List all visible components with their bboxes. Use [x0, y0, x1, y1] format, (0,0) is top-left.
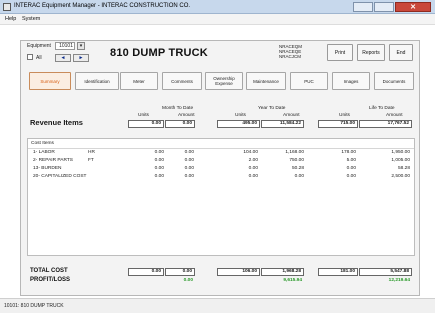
cost-mtd-units: 0.00	[154, 174, 164, 179]
cost-ytd-units: 0.00	[248, 174, 258, 179]
cost-mtd-units: 0.00	[154, 166, 164, 171]
cost-ltd-amount: 1,005.00	[391, 158, 410, 163]
cost-ltd-units: 178.00	[341, 150, 356, 155]
tab-meter[interactable]: Meter	[120, 72, 158, 90]
app-icon	[3, 3, 11, 11]
next-record-button[interactable]: ►	[73, 54, 89, 62]
total-ytd-amount: 1,968.28	[261, 268, 304, 276]
cost-ytd-units: 104.00	[243, 150, 258, 155]
table-row[interactable]: 20- CAPITALIZED COST 0.00 0.00 0.00 0.00…	[28, 174, 414, 181]
status-text: 10101: 810 DUMP TRUCK	[4, 303, 64, 309]
cost-ltd-amount: 58.28	[397, 166, 410, 171]
cost-ltd-units: 5.00	[346, 158, 356, 163]
cost-ltd-amount: 1,950.00	[391, 150, 410, 155]
mtd-header: Month To Date	[162, 106, 194, 111]
total-ltd-amount: 5,547.88	[359, 268, 412, 276]
end-button[interactable]: End	[389, 44, 413, 61]
menu-help[interactable]: Help	[5, 16, 16, 22]
cost-mtd-units: 0.00	[154, 150, 164, 155]
grid-separator	[28, 148, 414, 149]
profit-mtd: 0.00	[183, 278, 193, 283]
cost-item-name: 13- BURDEN	[33, 166, 62, 171]
prev-record-button[interactable]: ◄	[55, 54, 71, 62]
cost-item-name: 1- LABOR	[33, 150, 55, 155]
ytd-amount-header: Amount	[283, 113, 300, 118]
cost-item-name: 2- REPAIR PARTS	[33, 158, 73, 163]
revenue-items-title: Revenue Items	[30, 118, 83, 127]
cost-ltd-units: 0.00	[346, 174, 356, 179]
equipment-number-field[interactable]: 10101	[55, 42, 75, 50]
total-mtd-amount: 0.00	[165, 268, 195, 276]
revenue-ytd-amount: 11,584.22	[261, 120, 304, 128]
tab-ownership-expense[interactable]: Ownership Expense	[205, 72, 243, 90]
profit-ytd: 9,615.94	[283, 278, 302, 283]
profit-ltd: 12,219.64	[388, 278, 410, 283]
all-label: All	[36, 55, 42, 61]
revenue-mtd-amount: 0.00	[165, 120, 195, 128]
reports-button[interactable]: Reports	[357, 44, 385, 61]
cost-items-grid: Cost Items 1- LABOR HR 0.00 0.00 104.00 …	[27, 138, 415, 256]
revenue-mtd-units: 0.00	[128, 120, 164, 128]
code-line: NRACJCM	[279, 54, 301, 59]
title-bar: INTERAC Equipment Manager - INTERAC CONS…	[0, 0, 435, 14]
cost-mtd-amount: 0.00	[184, 158, 194, 163]
total-mtd-units: 0.00	[128, 268, 164, 276]
all-checkbox[interactable]	[27, 54, 33, 60]
minimize-button[interactable]	[353, 2, 373, 12]
cost-mtd-units: 0.00	[154, 158, 164, 163]
equipment-label: Equipment	[27, 43, 51, 49]
cost-items-header-row: Cost Items	[28, 141, 414, 148]
tab-comments[interactable]: Comments	[162, 72, 202, 90]
tab-maintenance[interactable]: Maintenance	[246, 72, 286, 90]
equipment-dropdown-button[interactable]: ▾	[77, 42, 85, 50]
cost-item-unit: FT	[88, 158, 94, 163]
ltd-amount-header: Amount	[386, 113, 403, 118]
table-row[interactable]: 13- BURDEN 0.00 0.00 0.00 50.28 0.00 58.…	[28, 166, 414, 173]
tab-bar: Summary Identification Meter Comments Ow…	[27, 72, 415, 92]
ltd-units-header: Units	[339, 113, 350, 118]
menu-bar: Help System	[0, 14, 435, 25]
tab-images[interactable]: Images	[332, 72, 370, 90]
mtd-units-header: Units	[138, 113, 149, 118]
cost-mtd-amount: 0.00	[184, 150, 194, 155]
equipment-title: 810 DUMP TRUCK	[110, 47, 208, 59]
cost-item-unit: HR	[88, 150, 95, 155]
revenue-ltd-amount: 17,767.52	[359, 120, 412, 128]
total-ytd-units: 106.00	[217, 268, 260, 276]
revenue-ltd-units: 715.00	[318, 120, 358, 128]
revenue-ytd-units: 495.00	[217, 120, 260, 128]
status-bar: 10101: 810 DUMP TRUCK	[0, 298, 435, 313]
tab-summary[interactable]: Summary	[29, 72, 71, 90]
cost-ytd-amount: 50.28	[291, 166, 304, 171]
cost-mtd-amount: 0.00	[184, 174, 194, 179]
cost-ytd-units: 0.00	[248, 166, 258, 171]
cost-ytd-amount: 1,168.00	[285, 150, 304, 155]
close-button[interactable]: ✕	[395, 2, 431, 12]
tab-puc[interactable]: PUC	[290, 72, 328, 90]
cost-mtd-amount: 0.00	[184, 166, 194, 171]
table-row[interactable]: 2- REPAIR PARTS FT 0.00 0.00 2.00 750.00…	[28, 158, 414, 165]
tab-identification[interactable]: Identification	[75, 72, 119, 90]
window-title: INTERAC Equipment Manager - INTERAC CONS…	[14, 3, 191, 9]
mtd-amount-header: Amount	[178, 113, 195, 118]
cost-ytd-units: 2.00	[248, 158, 258, 163]
cost-ytd-amount: 750.00	[289, 158, 304, 163]
ltd-header: Life To Date	[369, 106, 395, 111]
total-ltd-units: 181.00	[318, 268, 358, 276]
cost-ltd-amount: 2,500.00	[391, 174, 410, 179]
profit-loss-label: PROFIT/LOSS	[30, 277, 71, 283]
table-row[interactable]: 1- LABOR HR 0.00 0.00 104.00 1,168.00 17…	[28, 150, 414, 157]
cost-items-header: Cost Items	[31, 141, 54, 146]
ytd-units-header: Units	[235, 113, 246, 118]
menu-system[interactable]: System	[22, 16, 40, 22]
cost-ltd-units: 0.00	[346, 166, 356, 171]
maximize-button[interactable]	[374, 2, 394, 12]
ytd-header: Year To Date	[258, 106, 286, 111]
cost-item-name: 20- CAPITALIZED COST	[33, 174, 87, 179]
total-cost-label: TOTAL COST	[30, 268, 68, 274]
print-button[interactable]: Print	[327, 44, 353, 61]
cost-ytd-amount: 0.00	[294, 174, 304, 179]
equipment-codes: NRACEQM NRACEQE NRACJCM	[279, 44, 302, 59]
tab-documents[interactable]: Documents	[374, 72, 414, 90]
